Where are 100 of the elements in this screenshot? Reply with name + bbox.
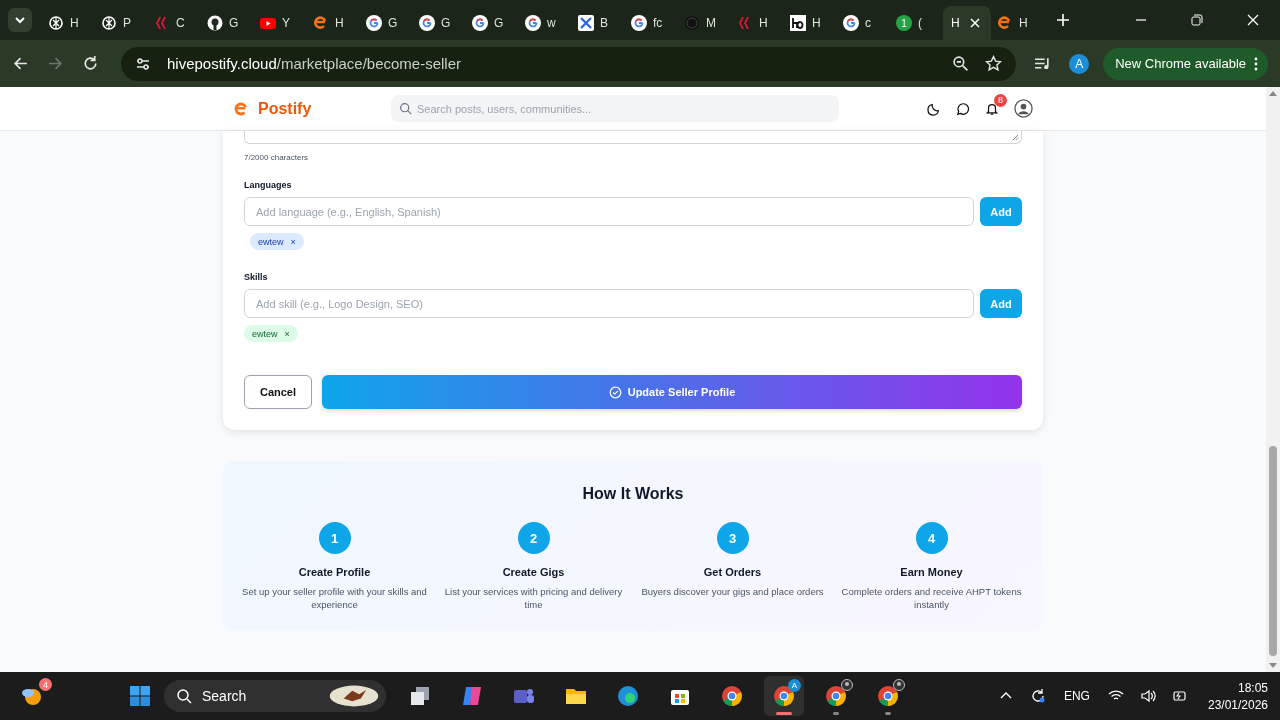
weather-badge: 4	[39, 678, 52, 691]
forward-icon[interactable]	[47, 55, 64, 72]
browser-tab[interactable]: H	[731, 6, 784, 40]
logo-icon	[313, 15, 329, 31]
description-field[interactable]	[244, 131, 1022, 144]
step-number: 1	[318, 522, 351, 554]
clock-date[interactable]: 23/01/2026	[1207, 697, 1268, 712]
cancel-button[interactable]: Cancel	[244, 375, 312, 409]
section-heading: How It Works	[582, 485, 684, 503]
browser-tab[interactable]: w	[519, 6, 572, 40]
update-button[interactable]: New Chrome available	[1103, 47, 1268, 80]
search-icon	[399, 102, 412, 115]
user-avatar-icon[interactable]	[1014, 99, 1033, 118]
play-icon	[260, 15, 276, 31]
close-icon[interactable]	[1247, 14, 1259, 26]
character-count: 7/2000 characters	[244, 153, 310, 162]
field-label: Languages	[244, 180, 293, 190]
browser-tab[interactable]: H	[307, 6, 360, 40]
browser-tab[interactable]: G	[360, 6, 413, 40]
site-settings-icon[interactable]	[135, 55, 151, 72]
browser-tab[interactable]: G	[466, 6, 519, 40]
profile-avatar[interactable]: A	[1069, 53, 1090, 74]
scroll-thumb[interactable]	[1269, 446, 1277, 656]
clock-time[interactable]: 18:05	[1238, 680, 1268, 695]
x-icon	[578, 15, 594, 31]
sync-icon[interactable]	[1029, 688, 1046, 704]
browser-tab[interactable]: M	[678, 6, 731, 40]
start-icon[interactable]	[127, 684, 152, 708]
taskbar-search[interactable]: Search	[163, 680, 386, 712]
step-number: 4	[915, 522, 948, 554]
browser-tab[interactable]: H	[42, 6, 95, 40]
knot-icon	[48, 15, 64, 31]
input-language[interactable]: ENG	[1063, 689, 1090, 703]
input-field[interactable]: Add language (e.g., English, Spanish)	[244, 197, 974, 226]
media-icon[interactable]	[1034, 55, 1052, 72]
remove-tag-button[interactable]: ×	[284, 328, 290, 339]
update-profile-button[interactable]: Update Seller Profile	[322, 375, 1022, 409]
browser-tab[interactable]: H	[991, 6, 1044, 40]
browser-icon	[823, 684, 848, 708]
logo-icon	[997, 15, 1013, 31]
browser-tab[interactable]: fc	[625, 6, 678, 40]
address-bar[interactable]: hivepostify.cloud/marketplace/become-seller	[121, 46, 1017, 81]
resize-handle-icon[interactable]	[1012, 134, 1019, 141]
browser-tab[interactable]: H	[784, 6, 837, 40]
cat-icon	[207, 15, 223, 31]
new-tab-icon[interactable]	[1056, 13, 1070, 27]
browser-tab[interactable]: G	[413, 6, 466, 40]
g-icon	[843, 15, 859, 31]
browser-tab[interactable]: c	[837, 6, 890, 40]
g-icon	[525, 15, 541, 31]
browser-tab[interactable]: P	[95, 6, 148, 40]
chevron-down-icon	[14, 14, 26, 26]
tab-search-button[interactable]	[8, 8, 32, 32]
input-field[interactable]: Add skill (e.g., Logo Design, SEO)	[244, 289, 974, 318]
browser-tab[interactable]: B	[572, 6, 625, 40]
more-icon[interactable]	[1254, 56, 1258, 71]
battery-icon[interactable]	[1171, 688, 1188, 704]
zoom-icon[interactable]	[952, 55, 970, 72]
step-description: List your services with pricing and delivery time	[443, 585, 624, 611]
browser-icon	[875, 684, 900, 708]
person-icon	[892, 679, 905, 691]
knot-icon	[101, 15, 117, 31]
scroll-up-icon[interactable]	[1269, 90, 1277, 96]
scroll-down-icon[interactable]	[1269, 663, 1277, 669]
unread-count: 1	[896, 15, 912, 31]
remove-tag-button[interactable]: ×	[290, 236, 296, 247]
browser-tab[interactable]: 1 (	[890, 6, 943, 40]
g-icon	[419, 15, 435, 31]
check-circle-icon	[608, 385, 622, 399]
g-icon	[472, 15, 488, 31]
step-description: Buyers discover your gigs and place orders	[640, 585, 825, 598]
search-field[interactable]: Search posts, users, communities...	[391, 95, 839, 122]
browser-tab[interactable]: C	[148, 6, 201, 40]
chat-icon[interactable]	[956, 101, 970, 116]
browser-tab[interactable]: G	[201, 6, 254, 40]
browser-tab[interactable]: H	[943, 6, 991, 40]
logo-text[interactable]: Postify	[258, 99, 312, 118]
speaker-icon[interactable]	[1139, 688, 1156, 704]
person-icon	[840, 679, 853, 691]
browser-tab[interactable]: Y	[254, 6, 307, 40]
moon-icon[interactable]	[927, 101, 941, 116]
step-title: Create Gigs	[502, 566, 565, 578]
square-logo-icon	[790, 15, 806, 31]
step-number: 3	[716, 522, 749, 554]
step-title: Create Profile	[298, 566, 371, 578]
g-icon	[366, 15, 382, 31]
url-text: hivepostify.cloud/marketplace/become-seller	[167, 55, 462, 72]
step-title: Earn Money	[900, 566, 963, 578]
star-icon[interactable]	[985, 55, 1003, 72]
bell-icon[interactable]	[985, 101, 999, 116]
back-icon[interactable]	[12, 55, 29, 72]
browser-icon	[771, 684, 796, 708]
scrollbar-track[interactable]	[1266, 87, 1280, 672]
logo-icon[interactable]	[233, 100, 249, 117]
restore-icon[interactable]	[1191, 14, 1203, 26]
tag-label: ewtew	[252, 328, 278, 339]
taskbar-app[interactable]: A	[763, 676, 804, 716]
close-icon[interactable]	[969, 18, 980, 28]
search-icon	[175, 688, 192, 704]
reload-icon[interactable]	[82, 55, 99, 72]
